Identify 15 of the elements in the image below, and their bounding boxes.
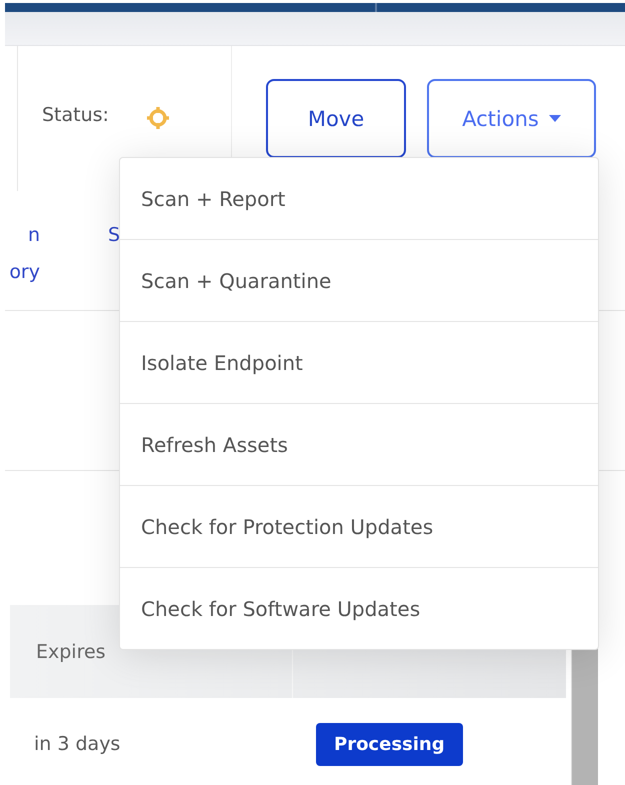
status-label: Status: bbox=[42, 104, 109, 126]
menu-item[interactable]: Check for Protection Updates bbox=[120, 485, 598, 567]
menu-item[interactable]: Check for Software Updates bbox=[120, 567, 598, 649]
nav-link[interactable]: S bbox=[108, 217, 120, 310]
menu-item[interactable]: Scan + Report bbox=[120, 158, 598, 239]
move-button[interactable]: Move bbox=[266, 79, 406, 158]
table-cell-text: in 3 days bbox=[33, 733, 122, 755]
caret-icon bbox=[548, 115, 561, 122]
menu-item[interactable]: Isolate Endpoint bbox=[120, 321, 598, 403]
actions-button[interactable]: Actions bbox=[427, 79, 596, 158]
status-badge: Processing bbox=[316, 722, 463, 766]
nav-link[interactable]: n ory bbox=[2, 217, 40, 310]
menu-item[interactable]: Scan + Quarantine bbox=[120, 239, 598, 321]
menu-item[interactable]: Refresh Assets bbox=[120, 403, 598, 485]
crosshair-icon bbox=[144, 105, 171, 131]
